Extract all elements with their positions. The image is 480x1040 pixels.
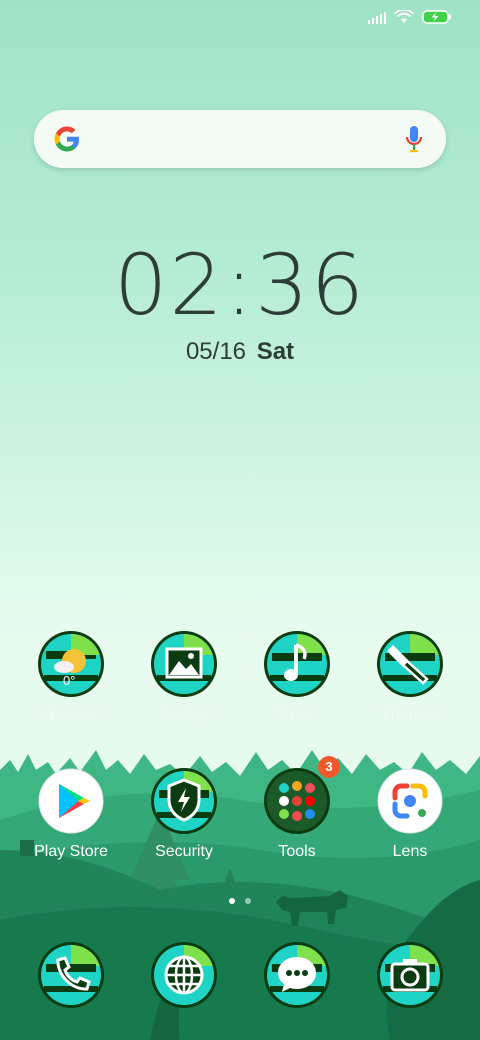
tools-folder-icon: 3 bbox=[264, 756, 340, 834]
play-store-icon bbox=[38, 768, 104, 834]
clock-time[interactable]: 02:36 bbox=[0, 236, 480, 334]
microphone-icon[interactable] bbox=[404, 124, 424, 154]
app-label: Music bbox=[276, 706, 318, 723]
app-play-store[interactable]: Play Store bbox=[21, 768, 121, 861]
gallery-icon bbox=[151, 631, 217, 697]
weather-icon: 0° bbox=[38, 631, 104, 697]
app-themes[interactable]: Themes bbox=[360, 631, 460, 724]
notification-badge: 3 bbox=[318, 756, 340, 778]
app-label: Lens bbox=[392, 843, 428, 860]
camera-icon bbox=[377, 942, 443, 1008]
page-dot-active[interactable] bbox=[229, 898, 235, 904]
page-indicator[interactable] bbox=[0, 898, 480, 904]
app-gallery[interactable]: Gallery bbox=[134, 631, 234, 724]
dock-camera[interactable] bbox=[360, 942, 460, 1008]
clock-date[interactable]: 05/16 Sat bbox=[0, 338, 480, 366]
app-label: Themes bbox=[381, 706, 439, 723]
security-shield-icon bbox=[151, 768, 217, 834]
signal-bars-icon bbox=[368, 10, 386, 24]
phone-icon bbox=[38, 942, 104, 1008]
day-text: Sat bbox=[256, 338, 295, 365]
browser-globe-icon bbox=[151, 942, 217, 1008]
dock-messages[interactable] bbox=[247, 942, 347, 1008]
app-weather[interactable]: 0° Weather bbox=[21, 631, 121, 724]
google-g-icon bbox=[54, 126, 79, 152]
lens-icon bbox=[377, 768, 443, 834]
app-label: Play Store bbox=[34, 843, 108, 860]
app-security[interactable]: Security bbox=[134, 768, 234, 861]
messages-icon bbox=[264, 942, 330, 1008]
google-search-bar[interactable] bbox=[34, 110, 446, 168]
page-dot[interactable] bbox=[245, 898, 251, 904]
weather-temp: 0° bbox=[63, 673, 76, 688]
app-music[interactable]: Music bbox=[247, 631, 347, 724]
battery-charging-icon bbox=[422, 10, 451, 24]
app-label: Weather bbox=[40, 706, 102, 723]
app-lens[interactable]: Lens bbox=[360, 768, 460, 861]
search-input[interactable] bbox=[98, 122, 402, 158]
app-tools-folder[interactable]: 3 Tools bbox=[247, 756, 347, 861]
status-bar bbox=[368, 10, 452, 24]
dock-phone[interactable] bbox=[21, 942, 121, 1008]
wifi-icon bbox=[394, 10, 414, 23]
music-icon bbox=[264, 631, 330, 697]
app-label: Security bbox=[155, 843, 213, 860]
dock-browser[interactable] bbox=[134, 942, 234, 1008]
app-label: Tools bbox=[278, 843, 316, 860]
app-label: Gallery bbox=[158, 706, 210, 723]
date-text: 05/16 bbox=[185, 338, 247, 365]
themes-brush-icon bbox=[377, 631, 443, 697]
